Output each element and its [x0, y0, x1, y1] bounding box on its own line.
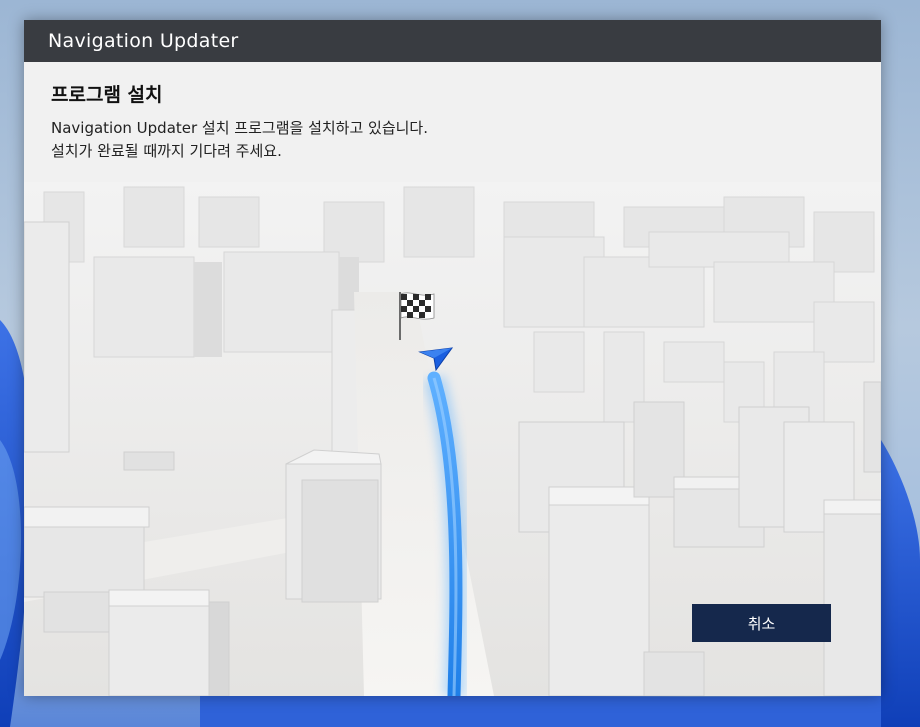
- header-panel: 프로그램 설치 Navigation Updater 설치 프로그램을 설치하고…: [24, 62, 881, 182]
- description-line-1: Navigation Updater 설치 프로그램을 설치하고 있습니다.: [51, 119, 429, 137]
- cancel-button[interactable]: 취소: [692, 604, 831, 642]
- installer-window: Navigation Updater 프로그램 설치 Navigation Up…: [24, 20, 881, 696]
- description-line-2: 설치가 완료될 때까지 기다려 주세요.: [51, 142, 282, 160]
- navigation-arrow-icon: [418, 347, 454, 372]
- window-title: Navigation Updater: [48, 30, 239, 52]
- page-heading: 프로그램 설치: [51, 84, 163, 106]
- title-bar[interactable]: Navigation Updater: [24, 20, 881, 62]
- finish-flag-icon: [399, 292, 435, 340]
